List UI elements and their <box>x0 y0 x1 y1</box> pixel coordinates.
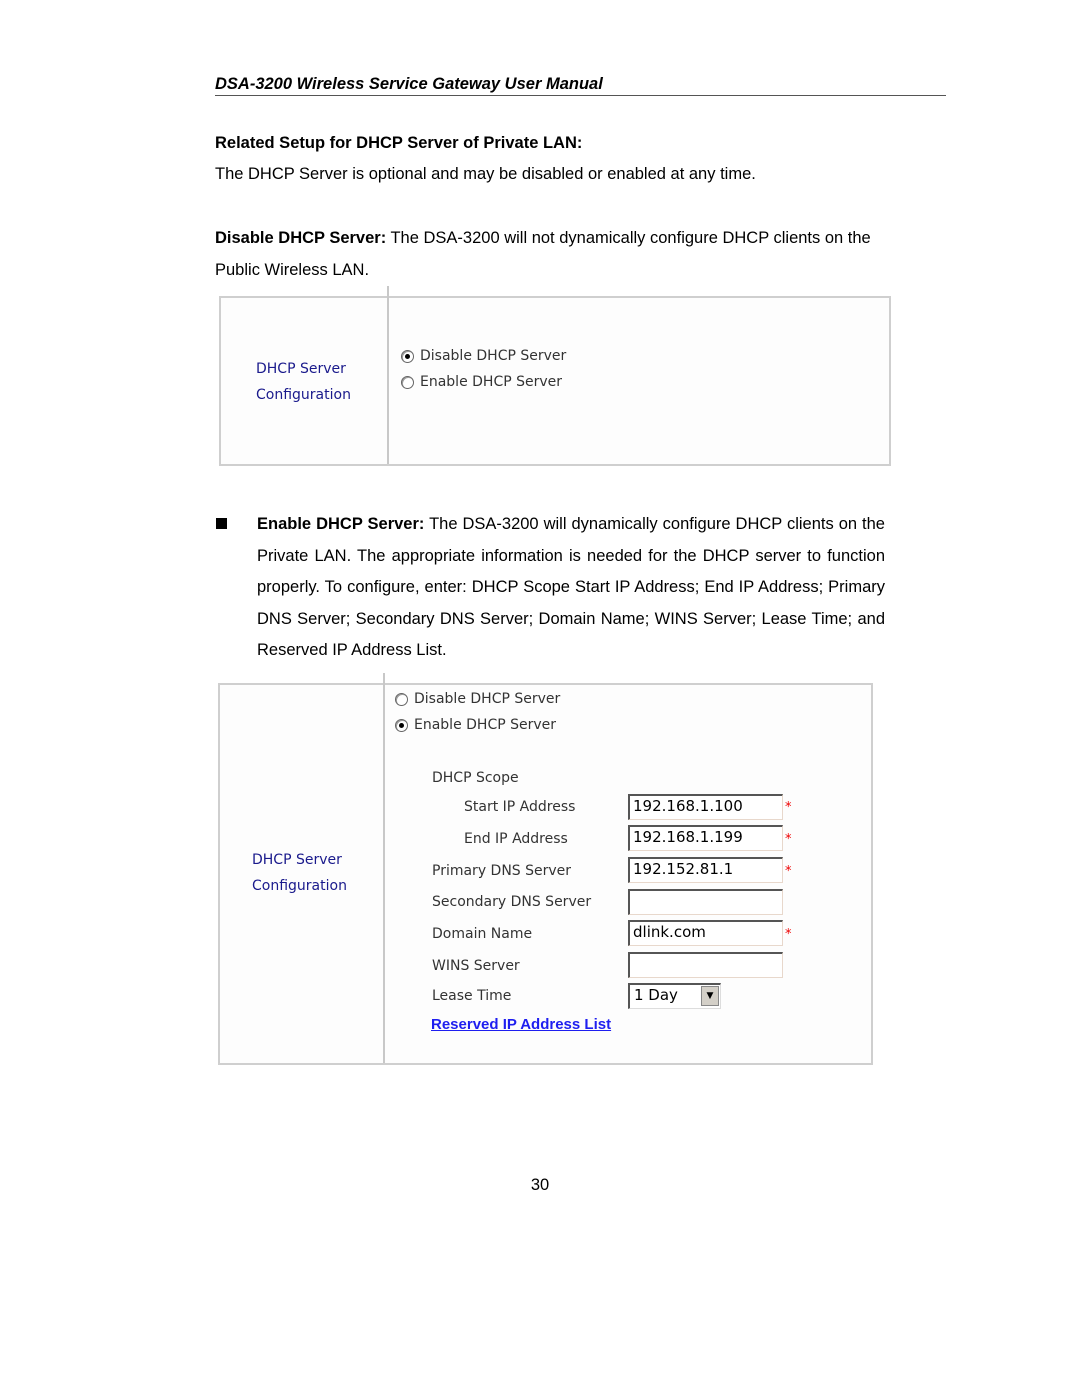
section-title: Related Setup for DHCP Server of Private… <box>215 134 583 152</box>
enable-description-label: Enable DHCP Server: <box>257 515 425 533</box>
panel1-label-line1: DHCP Server <box>256 361 346 377</box>
panel2-label-line1: DHCP Server <box>252 852 342 868</box>
required-marker: * <box>785 832 792 847</box>
panel1-radio-enable[interactable]: Enable DHCP Server <box>401 374 562 390</box>
wins-server-input[interactable] <box>628 952 783 978</box>
radio-label: Enable DHCP Server <box>414 717 557 733</box>
radio-label: Disable DHCP Server <box>414 691 561 707</box>
required-marker: * <box>785 927 792 942</box>
radio-label: Disable DHCP Server <box>420 348 567 364</box>
end-ip-label: End IP Address <box>464 831 568 847</box>
enable-description-text: The DSA-3200 will dynamically configure … <box>257 515 885 659</box>
radio-unchecked-icon[interactable] <box>395 692 408 706</box>
primary-dns-input[interactable]: 192.152.81.1 <box>628 857 783 883</box>
panel1-label: DHCP Server Configuration <box>256 356 351 408</box>
document-header: DSA-3200 Wireless Service Gateway User M… <box>215 75 946 96</box>
panel2-radio-enable[interactable]: Enable DHCP Server <box>395 717 556 733</box>
dropdown-arrow-icon[interactable]: ▼ <box>701 986 719 1006</box>
primary-dns-label: Primary DNS Server <box>432 863 572 879</box>
radio-unchecked-icon[interactable] <box>401 375 414 389</box>
intro-paragraph: The DHCP Server is optional and may be d… <box>215 165 756 183</box>
lease-time-label: Lease Time <box>432 988 512 1004</box>
panel2-label-line2: Configuration <box>252 878 347 894</box>
panel2-label: DHCP Server Configuration <box>252 847 347 899</box>
radio-label: Enable DHCP Server <box>420 374 563 390</box>
lease-time-value: 1 Day <box>634 986 678 1004</box>
domain-name-label: Domain Name <box>432 926 533 942</box>
wins-server-label: WINS Server <box>432 958 520 974</box>
radio-checked-icon[interactable] <box>401 349 414 363</box>
required-marker: * <box>785 800 792 815</box>
reserved-ip-list-link[interactable]: Reserved IP Address List <box>431 1016 611 1033</box>
panel2-radio-disable[interactable]: Disable DHCP Server <box>395 691 560 707</box>
required-marker: * <box>785 864 792 879</box>
start-ip-input[interactable]: 192.168.1.100 <box>628 794 783 820</box>
domain-name-input[interactable]: dlink.com <box>628 920 783 946</box>
panel1-label-line2: Configuration <box>256 387 351 403</box>
panel1-radio-disable[interactable]: Disable DHCP Server <box>401 348 566 364</box>
start-ip-label: Start IP Address <box>464 799 576 815</box>
radio-checked-icon[interactable] <box>395 718 408 732</box>
enable-description: Enable DHCP Server: The DSA-3200 will dy… <box>257 509 885 667</box>
secondary-dns-label: Secondary DNS Server <box>432 894 592 910</box>
disable-description: Disable DHCP Server: The DSA-3200 will n… <box>215 223 887 286</box>
bullet-square-icon <box>216 518 227 529</box>
secondary-dns-input[interactable] <box>628 889 783 915</box>
end-ip-input[interactable]: 192.168.1.199 <box>628 825 783 851</box>
dhcp-scope-label: DHCP Scope <box>432 770 519 786</box>
disable-description-label: Disable DHCP Server: <box>215 229 387 247</box>
lease-time-select[interactable]: 1 Day ▼ <box>628 983 721 1009</box>
page-number: 30 <box>530 1176 550 1194</box>
